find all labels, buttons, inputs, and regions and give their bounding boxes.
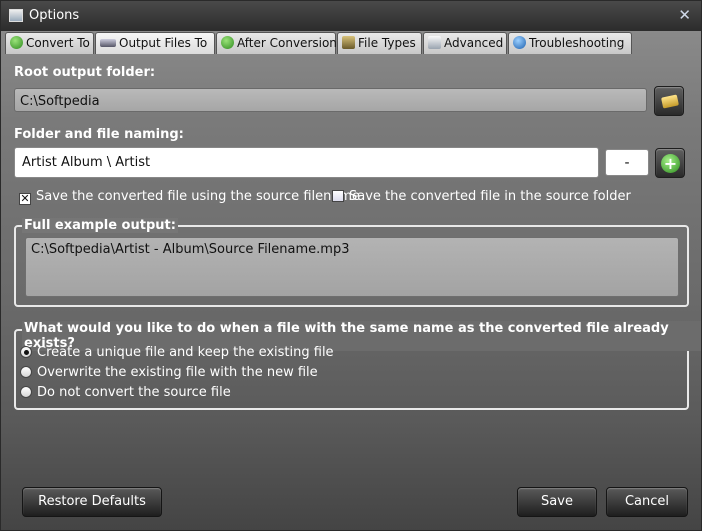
unique-file-radio[interactable] [20,346,32,358]
window-title: Options [29,8,80,23]
title-bar: Options ✕ [1,1,701,31]
tab-label: Troubleshooting [529,36,625,50]
radio-label: Overwrite the existing file with the new… [37,365,318,380]
document-icon [428,36,441,49]
tab-label: Convert To [26,36,90,50]
separator-field[interactable]: - [605,149,649,176]
options-window: Options ✕ Convert To Output Files To Aft… [0,0,702,531]
example-output-title: Full example output: [22,218,178,233]
tab-file-types[interactable]: File Types [337,32,422,54]
add-naming-token-button[interactable]: + [655,148,685,178]
conflict-option-overwrite[interactable]: Overwrite the existing file with the new… [20,365,318,380]
folder-icon [661,94,679,109]
tab-after-conversion[interactable]: After Conversion [216,32,337,54]
save-button[interactable]: Save [517,487,597,517]
conflict-option-unique[interactable]: Create a unique file and keep the existi… [20,345,334,360]
conflict-option-skip[interactable]: Do not convert the source file [20,385,231,400]
help-icon [513,36,526,49]
root-output-label: Root output folder: [14,65,156,80]
save-in-source-folder-option[interactable]: Save the converted file in the source fo… [332,189,631,204]
example-output-value: C:\Softpedia\Artist - Album\Source Filen… [25,237,679,297]
cancel-button[interactable]: Cancel [606,487,688,517]
tab-advanced[interactable]: Advanced [423,32,507,54]
window-icon [9,9,23,22]
tab-label: After Conversion [237,36,337,50]
tab-label: Advanced [444,36,504,50]
naming-pattern-field[interactable]: Artist Album \ Artist [14,147,599,178]
tab-label: File Types [358,36,416,50]
car-icon [100,39,116,47]
radio-label: Create a unique file and keep the existi… [37,345,334,360]
plus-icon: + [661,154,680,173]
tab-output-files-to[interactable]: Output Files To [95,32,215,54]
tab-strip: Convert To Output Files To After Convers… [5,32,699,54]
restore-defaults-button[interactable]: Restore Defaults [22,487,162,517]
close-icon[interactable]: ✕ [678,6,691,24]
root-output-field[interactable]: C:\Softpedia [14,88,647,112]
use-source-filename-option[interactable]: ✕ Save the converted file using the sourc… [19,189,360,205]
overwrite-radio[interactable] [20,366,32,378]
tab-convert-to[interactable]: Convert To [5,32,94,54]
radio-label: Do not convert the source file [37,385,231,400]
browse-folder-button[interactable] [654,86,684,116]
naming-label: Folder and file naming: [14,127,184,142]
use-source-filename-checkbox[interactable]: ✕ [19,193,31,205]
tab-label: Output Files To [119,36,208,50]
green-check-icon [10,36,23,49]
save-in-source-folder-label: Save the converted file in the source fo… [349,189,631,204]
tab-troubleshooting[interactable]: Troubleshooting [508,32,632,54]
green-check-icon [221,36,234,49]
use-source-filename-label: Save the converted file using the source… [36,189,360,204]
skip-radio[interactable] [20,386,32,398]
save-in-source-folder-checkbox[interactable] [332,190,344,202]
gear-icon [342,36,355,49]
